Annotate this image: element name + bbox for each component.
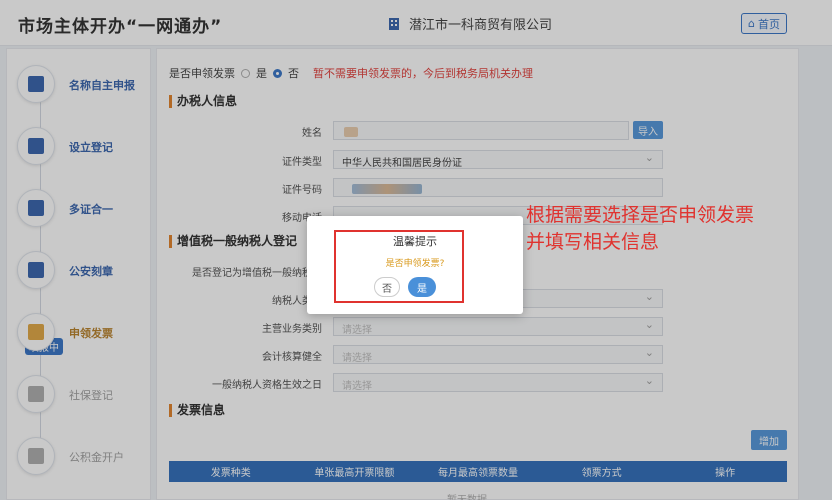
dialog-question: 是否申领发票? [385, 259, 445, 269]
invoice-dialog: 温馨提示 是否申领发票? 否 是 [307, 216, 523, 314]
dialog-yes-button[interactable]: 是 [408, 277, 436, 297]
annotation-line-1: 根据需要选择是否申领发票 [526, 204, 755, 226]
annotation-line-2: 并填写相关信息 [526, 231, 660, 253]
dialog-title: 温馨提示 [393, 235, 437, 248]
annotation-text: 根据需要选择是否申领发票 并填写相关信息 [526, 202, 754, 256]
dialog-no-button[interactable]: 否 [374, 277, 400, 297]
